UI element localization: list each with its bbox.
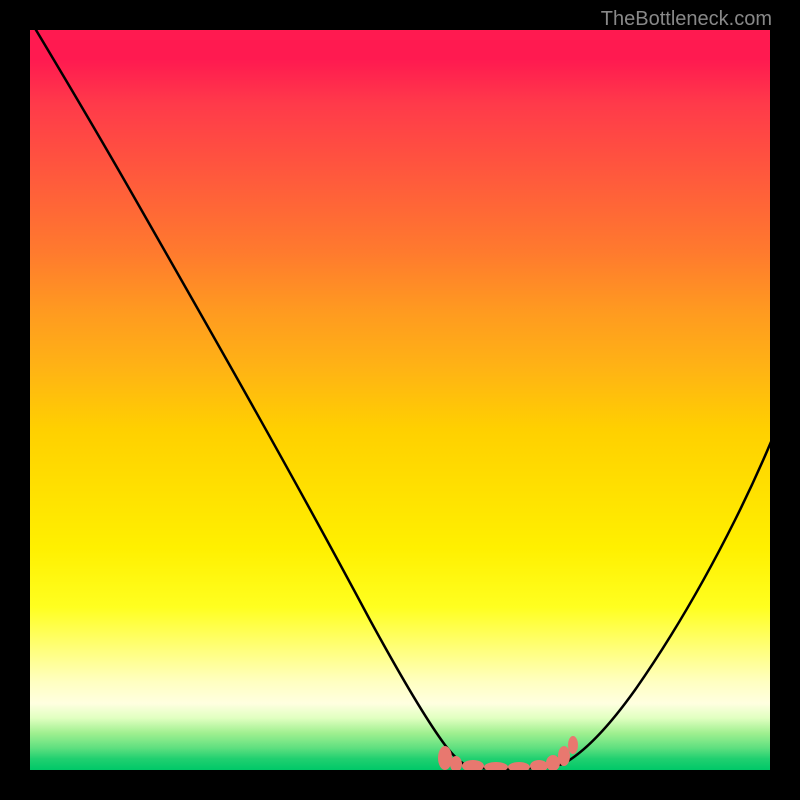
bottleneck-curve [30, 30, 770, 770]
trough-marker [462, 760, 484, 770]
chart-container: TheBottleneck.com [0, 0, 800, 800]
trough-marker [484, 762, 508, 770]
trough-marker [508, 762, 530, 770]
watermark-text: TheBottleneck.com [601, 8, 772, 31]
trough-marker [568, 736, 578, 754]
trough-marker [450, 756, 462, 770]
plot-area [30, 30, 770, 770]
